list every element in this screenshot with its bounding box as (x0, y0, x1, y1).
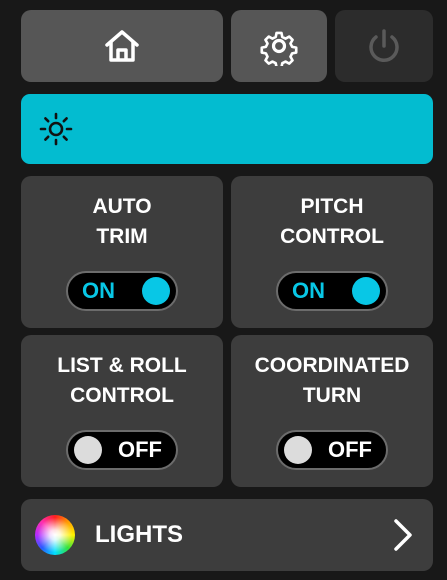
sun-icon (39, 112, 73, 146)
lights-label: LIGHTS (95, 521, 183, 548)
toggle-knob (142, 277, 170, 305)
list-roll-control-state: OFF (118, 437, 162, 462)
gear-icon (260, 31, 298, 66)
pitch-control-state: ON (292, 278, 325, 303)
auto-trim-toggle[interactable]: ON (66, 271, 178, 311)
auto-trim-state: ON (82, 278, 115, 303)
pitch-control-card: PITCH CONTROL ON (231, 176, 433, 328)
auto-trim-card: AUTO TRIM ON (21, 176, 223, 328)
coordinated-turn-label: COORDINATED TURN (254, 354, 410, 407)
coordinated-turn-state: OFF (328, 437, 372, 462)
home-button[interactable] (21, 10, 223, 82)
power-icon (369, 29, 399, 62)
settings-button[interactable] (231, 10, 327, 82)
pitch-control-toggle[interactable]: ON (276, 271, 388, 311)
list-roll-control-toggle[interactable]: OFF (66, 430, 178, 470)
toggle-knob (74, 436, 102, 464)
color-wheel-icon (35, 515, 75, 555)
power-button[interactable] (335, 10, 433, 82)
auto-trim-label: AUTO TRIM (92, 195, 152, 248)
list-roll-control-label: LIST & ROLL CONTROL (57, 354, 187, 407)
coordinated-turn-card: COORDINATED TURN OFF (231, 335, 433, 487)
chevron-right-icon (394, 519, 412, 551)
toggle-knob (284, 436, 312, 464)
brightness-slider[interactable] (21, 94, 433, 164)
list-roll-control-card: LIST & ROLL CONTROL OFF (21, 335, 223, 487)
lights-menu-item[interactable]: LIGHTS (21, 499, 433, 571)
pitch-control-label: PITCH CONTROL (280, 195, 384, 248)
coordinated-turn-toggle[interactable]: OFF (276, 430, 388, 470)
home-icon (105, 30, 139, 62)
toggle-knob (352, 277, 380, 305)
